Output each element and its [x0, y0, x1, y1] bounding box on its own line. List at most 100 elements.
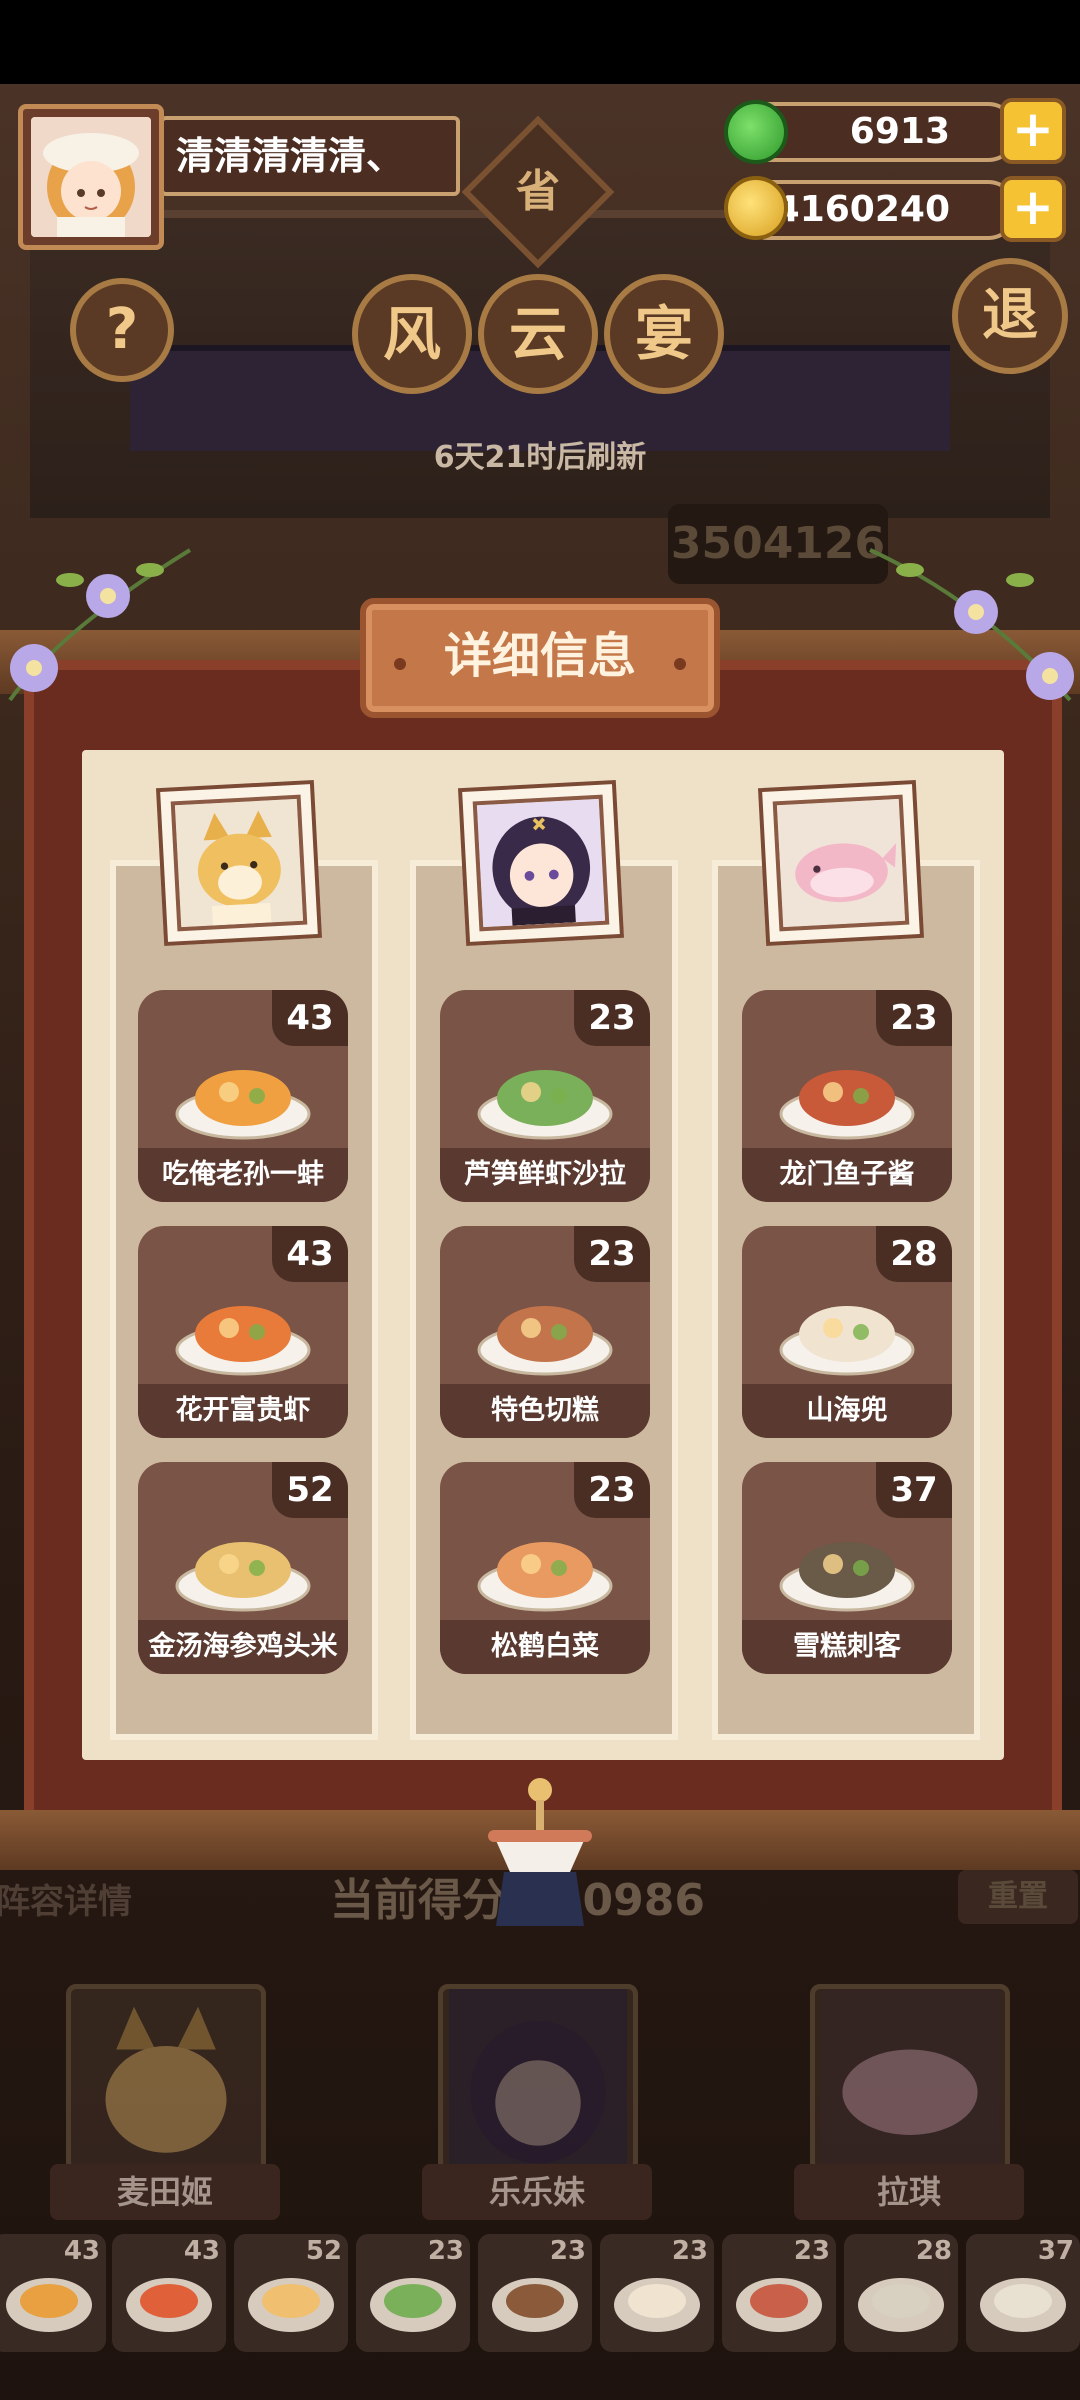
title-char-2: 云	[478, 274, 598, 394]
dish-card[interactable]: 23 龙门鱼子酱	[742, 990, 952, 1202]
dish-strip: 43 43 52 23 23 23 23 28 37	[0, 2234, 1080, 2358]
strip-dish-count: 52	[305, 2236, 342, 2266]
dish-name-label: 花开富贵虾	[138, 1384, 348, 1438]
char-name-3: 拉琪	[794, 2164, 1024, 2220]
dish-name-label: 松鹤白菜	[440, 1620, 650, 1674]
dish-count-badge: 37	[876, 1462, 952, 1518]
coin-icon	[724, 176, 788, 240]
lineup-details-label[interactable]: 阵容详情	[0, 1874, 132, 1923]
strip-dish-count: 28	[915, 2236, 952, 2266]
avatar-girl-icon	[31, 117, 151, 237]
help-button[interactable]: ?	[70, 278, 174, 382]
dish-card[interactable]: 23 芦笋鲜虾沙拉	[440, 990, 650, 1202]
dish-name-label: 吃俺老孙一蚌	[138, 1148, 348, 1202]
dish-icon	[175, 1306, 311, 1376]
dish-name-label: 芦笋鲜虾沙拉	[440, 1148, 650, 1202]
portrait-laqi	[757, 779, 925, 947]
strip-dish-count: 43	[63, 2236, 100, 2266]
portrait-lelemei	[457, 779, 625, 947]
dish-card[interactable]: 23 特色切糕	[440, 1226, 650, 1438]
flower-decor-left	[8, 548, 192, 702]
dish-card[interactable]: 37 雪糕刺客	[742, 1462, 952, 1674]
dish-icon	[779, 1542, 915, 1612]
plaque-dot-left	[394, 658, 406, 670]
dish-icon	[779, 1306, 915, 1376]
add-jade-button[interactable]: +	[1000, 98, 1066, 164]
tassel-ornament	[488, 1778, 592, 1926]
strip-dish-food-icon	[872, 2284, 930, 2318]
char-name-2: 乐乐妹	[422, 2164, 652, 2220]
dish-icon	[477, 1306, 613, 1376]
dish-name-label: 山海兜	[742, 1384, 952, 1438]
strip-dish-count: 23	[793, 2236, 830, 2266]
panel-title-text: 详细信息	[443, 628, 636, 684]
strip-dish-food-icon	[262, 2284, 320, 2318]
dish-icon	[175, 1542, 311, 1612]
strip-dish-item[interactable]: 37	[966, 2234, 1080, 2352]
strip-dish-food-icon	[750, 2284, 808, 2318]
reset-button[interactable]: 重置	[958, 1870, 1078, 1924]
shiba-dog-icon	[174, 798, 304, 928]
strip-dish-item[interactable]: 23	[600, 2234, 714, 2352]
dish-card[interactable]: 28 山海兜	[742, 1226, 952, 1438]
strip-dish-count: 37	[1037, 2236, 1074, 2266]
dish-card[interactable]: 52 金汤海参鸡头米	[138, 1462, 348, 1674]
strip-dish-food-icon	[628, 2284, 686, 2318]
char-card-maitianji[interactable]	[66, 1984, 266, 2172]
title-char-3: 宴	[604, 274, 724, 394]
dish-card[interactable]: 43 吃俺老孙一蚌	[138, 990, 348, 1202]
dish-name-label: 金汤海参鸡头米	[138, 1620, 348, 1674]
strip-dish-count: 23	[427, 2236, 464, 2266]
strip-dish-count: 23	[549, 2236, 586, 2266]
panel-title: 详细信息	[360, 598, 720, 718]
strip-dish-item[interactable]: 43	[0, 2234, 106, 2352]
pink-whale-icon	[776, 798, 906, 928]
flower-decor-right	[869, 548, 1074, 702]
dish-name-label: 雪糕刺客	[742, 1620, 952, 1674]
dish-count-badge: 23	[876, 990, 952, 1046]
strip-dish-food-icon	[20, 2284, 78, 2318]
seal-char: 省	[516, 166, 560, 217]
strip-dish-count: 43	[183, 2236, 220, 2266]
dish-icon	[779, 1070, 915, 1140]
dish-count-badge: 23	[574, 990, 650, 1046]
dish-name-label: 特色切糕	[440, 1384, 650, 1438]
strip-dish-food-icon	[384, 2284, 442, 2318]
strip-dish-item[interactable]: 43	[112, 2234, 226, 2352]
plaque-dot-right	[674, 658, 686, 670]
portrait-maitianji	[155, 779, 323, 947]
strip-dish-food-icon	[994, 2284, 1052, 2318]
dark-hair-girl-icon	[476, 798, 606, 928]
strip-dish-item[interactable]: 23	[478, 2234, 592, 2352]
exit-button[interactable]: 退	[952, 258, 1068, 374]
dish-card[interactable]: 43 花开富贵虾	[138, 1226, 348, 1438]
char-name-1: 麦田姬	[50, 2164, 280, 2220]
dark-hair-girl-icon	[449, 1989, 627, 2167]
char-card-laqi[interactable]	[810, 1984, 1010, 2172]
dish-count-badge: 23	[574, 1462, 650, 1518]
dish-count-badge: 43	[272, 1226, 348, 1282]
strip-dish-food-icon	[506, 2284, 564, 2318]
shiba-dog-icon	[77, 1989, 255, 2167]
dish-name-label: 龙门鱼子酱	[742, 1148, 952, 1202]
dish-card[interactable]: 23 松鹤白菜	[440, 1462, 650, 1674]
dish-icon	[175, 1070, 311, 1140]
refresh-countdown: 6天21时后刷新	[433, 440, 647, 475]
strip-dish-item[interactable]: 23	[356, 2234, 470, 2352]
status-bar	[0, 0, 1080, 84]
pink-whale-icon	[821, 1989, 999, 2167]
strip-dish-count: 23	[671, 2236, 708, 2266]
dish-count-badge: 28	[876, 1226, 952, 1282]
dish-count-badge: 43	[272, 990, 348, 1046]
player-name: 清清清清清、	[160, 116, 460, 196]
strip-dish-item[interactable]: 23	[722, 2234, 836, 2352]
player-avatar[interactable]	[18, 104, 164, 250]
jade-icon	[724, 100, 788, 164]
top-score: 3504126	[668, 504, 888, 584]
strip-dish-item[interactable]: 52	[234, 2234, 348, 2352]
strip-dish-item[interactable]: 28	[844, 2234, 958, 2352]
dish-count-badge: 23	[574, 1226, 650, 1282]
add-coin-button[interactable]: +	[1000, 176, 1066, 242]
char-card-lelemei[interactable]	[438, 1984, 638, 2172]
dish-icon	[477, 1070, 613, 1140]
